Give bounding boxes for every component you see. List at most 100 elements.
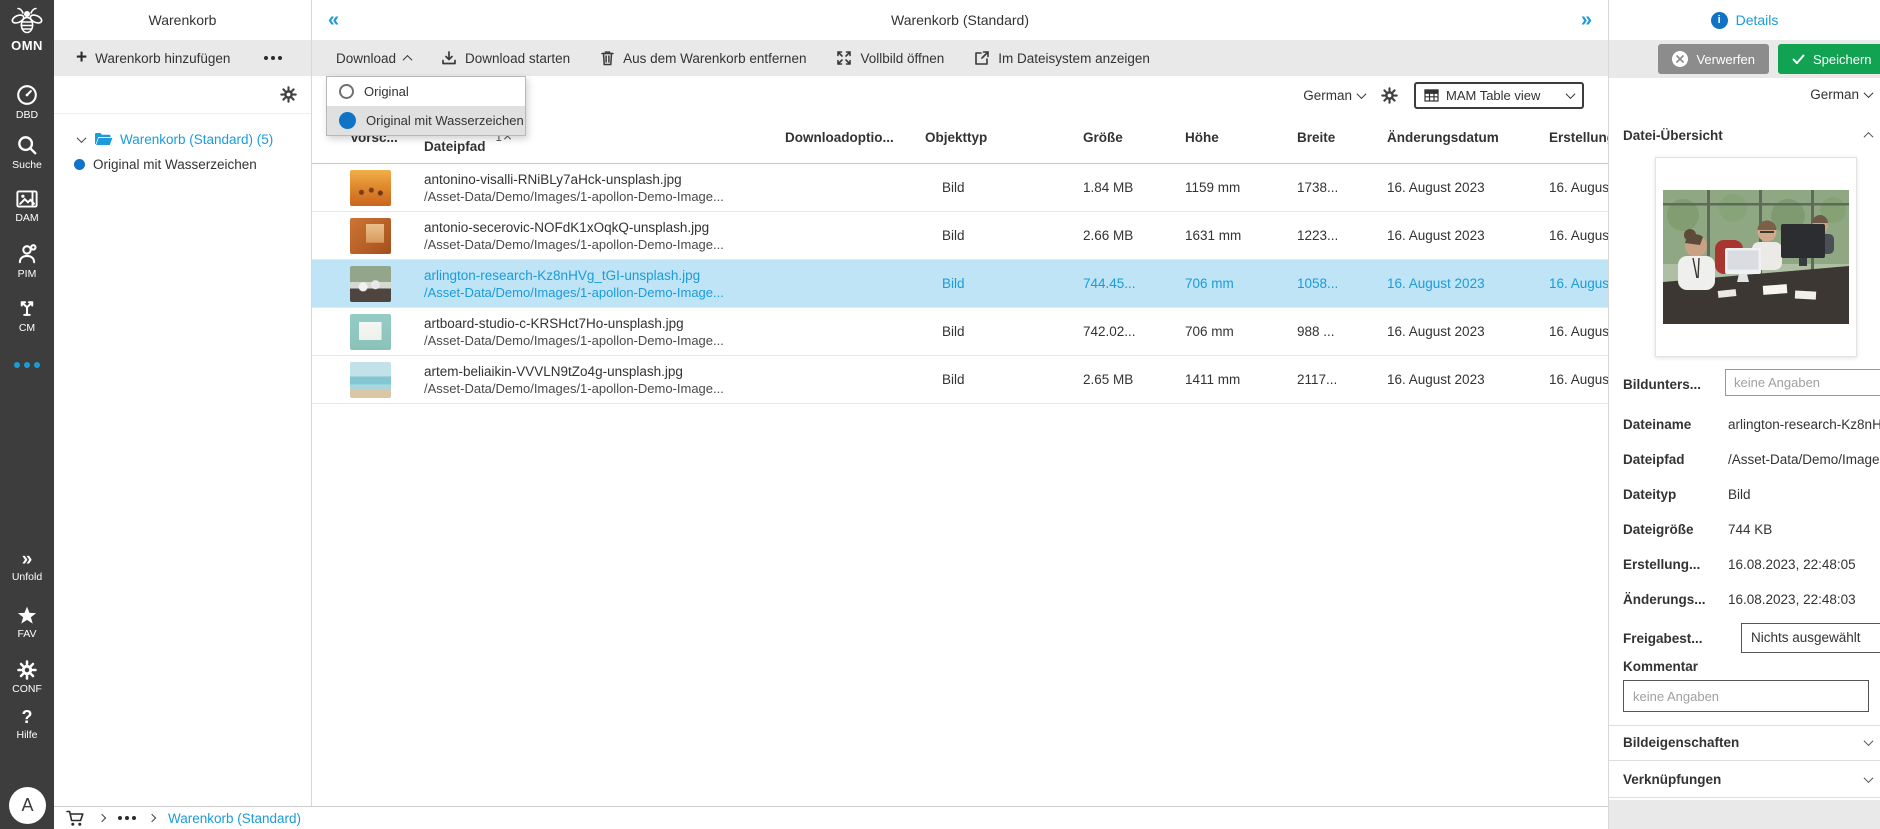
file-path: /Asset-Data/Demo/Images/1-apollon-Demo-I…	[424, 285, 724, 300]
fullscreen-icon	[836, 50, 852, 66]
download-option-original-watermark[interactable]: Original mit Wasserzeichen	[327, 106, 525, 135]
download-menu-button-label: Download	[336, 51, 396, 66]
file-name: antonio-secerovic-NOFdK1xOqkQ-unsplash.j…	[424, 220, 709, 235]
main-toolbar: Download Download starten Aus dem Warenk…	[312, 40, 1608, 76]
image-height: 1631 mm	[1182, 228, 1294, 243]
app-logo[interactable]: OMN	[0, 6, 54, 53]
table-row-selected[interactable]: arlington-research-Kz8nHVg_tGI-unsplash.…	[312, 260, 1608, 308]
table-row[interactable]: antonino-visalli-RNiBLy7aHck-unsplash.jp…	[312, 164, 1608, 212]
column-header-object-type[interactable]: Objekttyp	[922, 130, 1080, 145]
cart-tree-child-label: Original mit Wasserzeichen	[93, 157, 257, 172]
discard-button[interactable]: Verwerfen	[1658, 44, 1769, 74]
created-date: 16. August 2023	[1546, 372, 1608, 387]
radio-selected-icon	[339, 112, 356, 129]
settings-gear-icon[interactable]	[280, 86, 297, 103]
field-value: 16.08.2023, 22:48:03	[1728, 591, 1856, 609]
release-state-value: Nichts ausgewählt	[1751, 629, 1861, 647]
details-language-selector[interactable]: German	[1810, 87, 1872, 102]
comment-input[interactable]	[1623, 680, 1869, 712]
modified-date: 16. August 2023	[1384, 276, 1546, 291]
file-preview-card[interactable]	[1655, 157, 1857, 357]
release-state-select[interactable]: Nichts ausgewählt	[1741, 623, 1880, 653]
save-button-label: Speichern	[1813, 52, 1872, 67]
sidebar-item-fav[interactable]: FAV	[0, 606, 54, 640]
cart-tree-root[interactable]: Warenkorb (Standard) (5)	[54, 127, 311, 151]
view-select[interactable]: MAM Table view	[1414, 82, 1584, 109]
breadcrumb-cart-link[interactable]: Warenkorb (Standard)	[168, 811, 301, 826]
field-label: Erstellung...	[1623, 556, 1728, 574]
column-header-height[interactable]: Höhe	[1182, 130, 1294, 145]
sidebar-item-dam[interactable]: DAM	[0, 189, 54, 224]
file-name: antonino-visalli-RNiBLy7aHck-unsplash.jp…	[424, 172, 682, 187]
add-cart-button[interactable]: + Warenkorb hinzufügen	[76, 51, 230, 66]
column-header-modified[interactable]: Änderungsdatum	[1384, 130, 1546, 145]
sidebar-item-dbd[interactable]: DBD	[0, 84, 54, 121]
image-properties-section-header[interactable]: Bildeigenschaften	[1623, 735, 1872, 750]
fullscreen-label: Vollbild öffnen	[860, 51, 944, 66]
column-header-created[interactable]: Erstellung	[1546, 130, 1608, 145]
chevron-down-icon	[1864, 88, 1874, 98]
chevron-down-icon	[1864, 773, 1874, 783]
breadcrumb-bar: Warenkorb (Standard)	[54, 806, 1608, 829]
links-section-header[interactable]: Verknüpfungen	[1623, 772, 1872, 787]
language-selector[interactable]: German	[1303, 88, 1365, 103]
radio-unselected-icon	[339, 84, 354, 99]
column-header-download-option[interactable]: Downloadoptio...	[782, 130, 922, 145]
download-start-button[interactable]: Download starten	[441, 50, 570, 66]
sidebar-item-pim[interactable]: PIM	[0, 243, 54, 280]
download-menu-button[interactable]: Download	[336, 51, 411, 66]
release-state-row: Freigabest... Nichts ausgewählt	[1623, 630, 1880, 648]
sidebar-item-unfold[interactable]: » Unfold	[0, 552, 54, 583]
object-type: Bild	[922, 372, 1080, 387]
cart-tree-child[interactable]: Original mit Wasserzeichen	[54, 152, 311, 176]
collapse-left-icon[interactable]: «	[328, 10, 339, 30]
column-header-width[interactable]: Breite	[1294, 130, 1384, 145]
field-value: arlington-research-Kz8nHVg_tGI-unsplash.…	[1728, 416, 1880, 434]
thumbnail	[350, 314, 391, 350]
cart-icon[interactable]	[66, 810, 86, 827]
gear-icon	[17, 660, 37, 680]
chevron-down-icon	[1357, 89, 1367, 99]
object-type: Bild	[922, 228, 1080, 243]
created-date: 16. August 2023	[1546, 276, 1608, 291]
cart-tree-root-label: Warenkorb (Standard) (5)	[120, 132, 273, 147]
sidebar-more-button[interactable]	[0, 362, 54, 368]
sidebar-item-hilfe[interactable]: ? Hilfe	[0, 708, 54, 741]
breadcrumb-ellipsis-button[interactable]	[118, 816, 136, 820]
field-row: Änderungs... 16.08.2023, 22:48:03	[1623, 591, 1880, 609]
table-row[interactable]: antonio-secerovic-NOFdK1xOqkQ-unsplash.j…	[312, 212, 1608, 260]
cart-panel-toolbar: + Warenkorb hinzufügen	[54, 40, 311, 76]
chevron-down-icon	[77, 133, 87, 143]
file-name: artboard-studio-c-KRSHct7Ho-unsplash.jpg	[424, 316, 684, 331]
column-header-size[interactable]: Größe	[1080, 130, 1182, 145]
trash-icon	[600, 50, 615, 66]
table-row[interactable]: artem-beliaikin-VVVLN9tZo4g-unsplash.jpg…	[312, 356, 1608, 404]
section-label: Bildeigenschaften	[1623, 735, 1739, 750]
discard-button-label: Verwerfen	[1696, 52, 1755, 67]
view-select-value: MAM Table view	[1446, 88, 1560, 103]
fullscreen-button[interactable]: Vollbild öffnen	[836, 50, 944, 66]
table-body: antonino-visalli-RNiBLy7aHck-unsplash.jp…	[312, 164, 1608, 404]
show-in-filesystem-button[interactable]: Im Dateisystem anzeigen	[974, 50, 1150, 66]
table-row[interactable]: artboard-studio-c-KRSHct7Ho-unsplash.jpg…	[312, 308, 1608, 356]
remove-from-cart-button[interactable]: Aus dem Warenkorb entfernen	[600, 50, 806, 66]
download-option-label: Original mit Wasserzeichen	[366, 113, 524, 128]
plus-icon: +	[76, 51, 87, 65]
save-button[interactable]: Speichern	[1778, 44, 1880, 74]
user-avatar[interactable]: A	[9, 787, 46, 824]
download-option-original[interactable]: Original	[327, 77, 525, 106]
sidebar-item-cm[interactable]: CM	[0, 297, 54, 334]
settings-gear-icon[interactable]	[1381, 87, 1398, 104]
file-path: /Asset-Data/Demo/Images/1-apollon-Demo-I…	[424, 237, 724, 252]
cart-more-button[interactable]	[264, 56, 282, 60]
sidebar-item-suche[interactable]: Suche	[0, 134, 54, 171]
file-size: 2.65 MB	[1080, 372, 1182, 387]
chevron-down-icon	[1864, 736, 1874, 746]
file-overview-section-header[interactable]: Datei-Übersicht	[1623, 128, 1872, 143]
caption-input[interactable]	[1725, 369, 1880, 396]
modified-date: 16. August 2023	[1384, 372, 1546, 387]
sidebar-item-conf[interactable]: CONF	[0, 660, 54, 695]
field-label: Dateigröße	[1623, 521, 1728, 539]
collapse-right-icon[interactable]: »	[1581, 10, 1592, 30]
chevron-down-icon	[1566, 89, 1576, 99]
